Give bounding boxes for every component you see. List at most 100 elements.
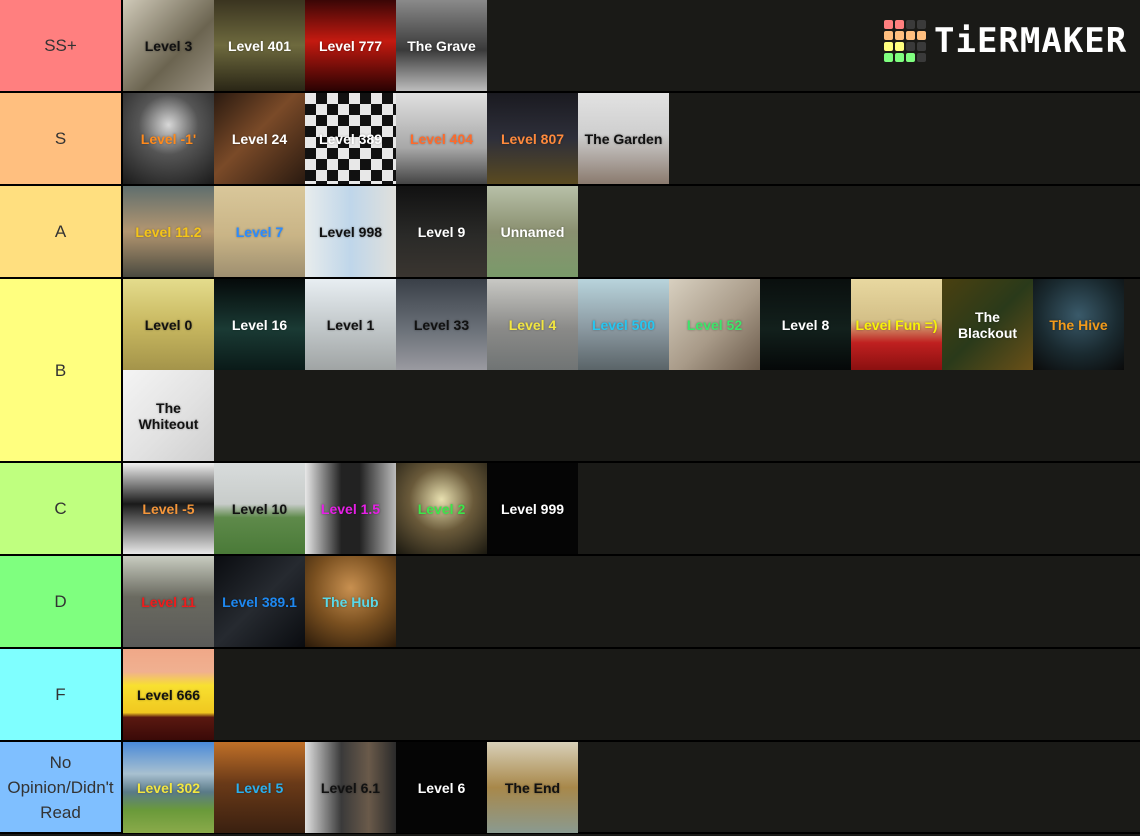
tier-item[interactable]: Level 389 (305, 93, 396, 184)
tier-item[interactable]: Level 6.1 (305, 742, 396, 833)
tier-item-label: Level 777 (318, 37, 383, 54)
tier-item[interactable]: The Blackout (942, 279, 1033, 370)
tier-item[interactable]: Level 4 (487, 279, 578, 370)
tier-item-label: The Grave (407, 37, 476, 54)
tier-item[interactable]: The Hub (305, 556, 396, 647)
tier-item[interactable]: Level 11 (123, 556, 214, 647)
tier-item[interactable]: Level 3 (123, 0, 214, 91)
tier-item-label: Level 2 (417, 500, 466, 517)
tier-label[interactable]: A (0, 186, 123, 277)
tier-item[interactable]: Level 302 (123, 742, 214, 833)
tier-item[interactable]: Level 6 (396, 742, 487, 833)
logo-grid-cell (917, 20, 926, 29)
tier-item[interactable]: Level -5 (123, 463, 214, 554)
tier-item[interactable]: Level 666 (123, 649, 214, 740)
tier-items: Level 302 Level 5 Level 6.1 Level 6 The End (123, 742, 1140, 833)
tiermaker-logo: TiERMAKER (884, 20, 1127, 62)
tier-items: Level 11 Level 389.1 The Hub (123, 556, 1140, 647)
tier-item-label: Level 999 (500, 500, 565, 517)
tier-item-label: Unnamed (500, 223, 565, 240)
tier-item-label: Level 404 (409, 130, 474, 147)
tier-row: F Level 666 (0, 649, 1140, 742)
tier-item[interactable]: The Grave (396, 0, 487, 91)
tier-item-label: Level 24 (231, 130, 288, 147)
tier-label[interactable]: S (0, 93, 123, 184)
tier-item[interactable]: Level 7 (214, 186, 305, 277)
logo-grid-cell (895, 42, 904, 51)
logo-grid-cell (884, 42, 893, 51)
tier-item[interactable]: Level 5 (214, 742, 305, 833)
tier-item[interactable]: Level 389.1 (214, 556, 305, 647)
tier-item-label: Level -5 (142, 500, 195, 517)
logo-grid-cell (906, 31, 915, 40)
tier-item-label: Level 11 (141, 593, 196, 610)
tier-item[interactable]: Unnamed (487, 186, 578, 277)
tier-item[interactable]: The Hive (1033, 279, 1124, 370)
tier-label[interactable]: C (0, 463, 123, 554)
tier-item[interactable]: Level 24 (214, 93, 305, 184)
tier-item[interactable]: Level 1 (305, 279, 396, 370)
tier-item-label: Level 16 (231, 316, 288, 333)
tier-item-label: Level 8 (781, 316, 830, 333)
tier-row: D Level 11 Level 389.1 The Hub (0, 556, 1140, 649)
tier-label[interactable]: D (0, 556, 123, 647)
tier-item-label: The End (504, 779, 561, 796)
tier-item[interactable]: Level 999 (487, 463, 578, 554)
tier-item[interactable]: The End (487, 742, 578, 833)
logo-grid-cell (917, 31, 926, 40)
tier-item-label: The Whiteout (138, 399, 199, 432)
tier-item-label: Level 500 (591, 316, 656, 333)
tier-item-label: Level 4 (508, 316, 557, 333)
tier-item[interactable]: Level 998 (305, 186, 396, 277)
tier-row: No Opinion/Didn't Read Level 302 Level 5 Le… (0, 742, 1140, 834)
tier-item-label: Level 5 (235, 779, 284, 796)
tier-item-label: The Hub (322, 593, 379, 610)
tier-item-label: Level 6.1 (320, 779, 381, 796)
tier-label[interactable]: SS+ (0, 0, 123, 91)
tier-item[interactable]: Level 2 (396, 463, 487, 554)
tiermaker-logo-text: TiERMAKER (934, 21, 1128, 61)
tier-item[interactable]: Level 52 (669, 279, 760, 370)
tier-item-label: Level 6 (417, 779, 466, 796)
tier-label[interactable]: B (0, 279, 123, 461)
tier-item[interactable]: Level 11.2 (123, 186, 214, 277)
tier-item[interactable]: The Whiteout (123, 370, 214, 461)
tier-item[interactable]: Level Fun =) (851, 279, 942, 370)
tier-item-label: Level 0 (144, 316, 193, 333)
tier-item[interactable]: Level 33 (396, 279, 487, 370)
tier-item[interactable]: The Garden (578, 93, 669, 184)
tier-item[interactable]: Level 777 (305, 0, 396, 91)
tier-item-label: Level 1.5 (320, 500, 381, 517)
tier-item[interactable]: Level 500 (578, 279, 669, 370)
tier-items: Level -1' Level 24 Level 389 Level 404 Level… (123, 93, 1140, 184)
tier-item[interactable]: Level 8 (760, 279, 851, 370)
tier-item[interactable]: Level 807 (487, 93, 578, 184)
tier-item-label: Level 389.1 (222, 593, 297, 610)
tier-item[interactable]: Level 10 (214, 463, 305, 554)
tier-item[interactable]: Level 16 (214, 279, 305, 370)
tier-item-label: The Garden (584, 130, 663, 147)
tier-item-label: Level 10 (231, 500, 288, 517)
logo-grid-cell (884, 31, 893, 40)
tier-label[interactable]: No Opinion/Didn't Read (0, 742, 123, 832)
tier-item-label: Level 11.2 (135, 223, 202, 240)
tier-item[interactable]: Level 404 (396, 93, 487, 184)
tier-item[interactable]: Level 401 (214, 0, 305, 91)
tier-item[interactable]: Level 1.5 (305, 463, 396, 554)
tier-item[interactable]: Level 9 (396, 186, 487, 277)
tier-item[interactable]: Level 0 (123, 279, 214, 370)
tier-row: C Level -5 Level 10 Level 1.5 Level 2 Level 9… (0, 463, 1140, 556)
tier-item-label: Level 52 (686, 316, 743, 333)
tier-item-label: Level 3 (144, 37, 193, 54)
logo-grid-cell (906, 53, 915, 62)
tier-item-label: Level 7 (235, 223, 284, 240)
tier-item-label: Level 9 (417, 223, 466, 240)
tier-item-label: Level 666 (136, 686, 201, 703)
tier-item-label: Level 302 (136, 779, 201, 796)
tier-item-label: Level 401 (227, 37, 292, 54)
tier-items: Level 11.2 Level 7 Level 998 Level 9 Unnamed (123, 186, 1140, 277)
tier-item[interactable]: Level -1' (123, 93, 214, 184)
tier-item-label: Level -1' (140, 130, 197, 147)
tier-label[interactable]: F (0, 649, 123, 740)
tier-item-label: Level Fun =) (855, 316, 938, 333)
